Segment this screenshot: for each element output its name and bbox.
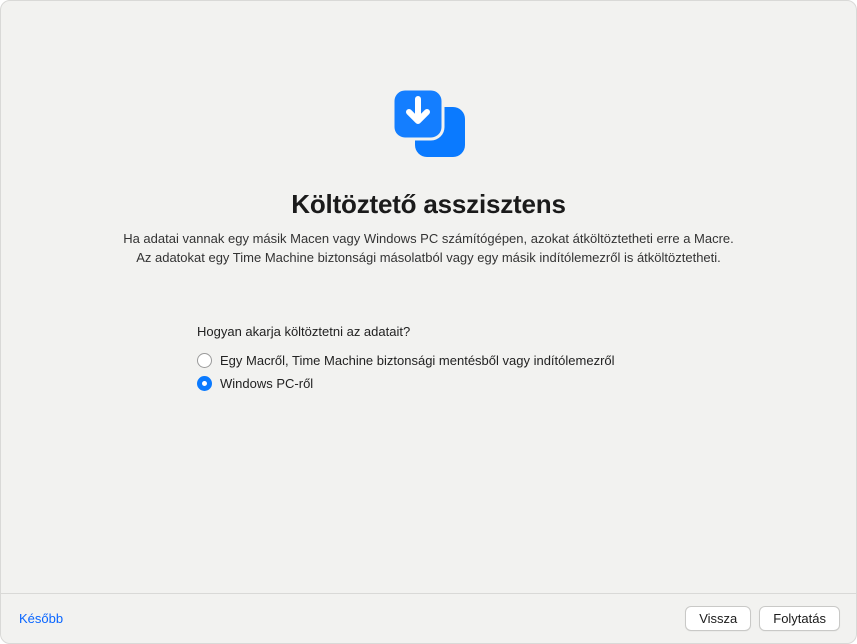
radio-option-windows[interactable]: Windows PC-ről	[197, 376, 615, 391]
main-content: Költöztető asszisztens Ha adatai vannak …	[1, 1, 856, 593]
radio-button-icon	[197, 376, 212, 391]
subtitle-line-2: Az adatokat egy Time Machine biztonsági …	[136, 250, 721, 265]
migration-assistant-window: Költöztető asszisztens Ha adatai vannak …	[0, 0, 857, 644]
footer-bar: Később Vissza Folytatás	[1, 593, 856, 643]
continue-button[interactable]: Folytatás	[759, 606, 840, 631]
later-button[interactable]: Később	[17, 607, 65, 630]
back-button[interactable]: Vissza	[685, 606, 751, 631]
page-subtitle: Ha adatai vannak egy másik Macen vagy Wi…	[83, 230, 774, 268]
subtitle-line-1: Ha adatai vannak egy másik Macen vagy Wi…	[123, 231, 734, 246]
page-title: Költöztető asszisztens	[291, 189, 565, 220]
radio-option-mac[interactable]: Egy Macről, Time Machine biztonsági ment…	[197, 353, 615, 368]
radio-label-windows: Windows PC-ről	[220, 376, 313, 391]
transfer-method-question: Hogyan akarja költöztetni az adatait?	[197, 324, 615, 339]
transfer-method-group: Hogyan akarja költöztetni az adatait? Eg…	[197, 324, 615, 399]
radio-label-mac: Egy Macről, Time Machine biztonsági ment…	[220, 353, 615, 368]
radio-button-icon	[197, 353, 212, 368]
migration-icon	[385, 79, 473, 167]
